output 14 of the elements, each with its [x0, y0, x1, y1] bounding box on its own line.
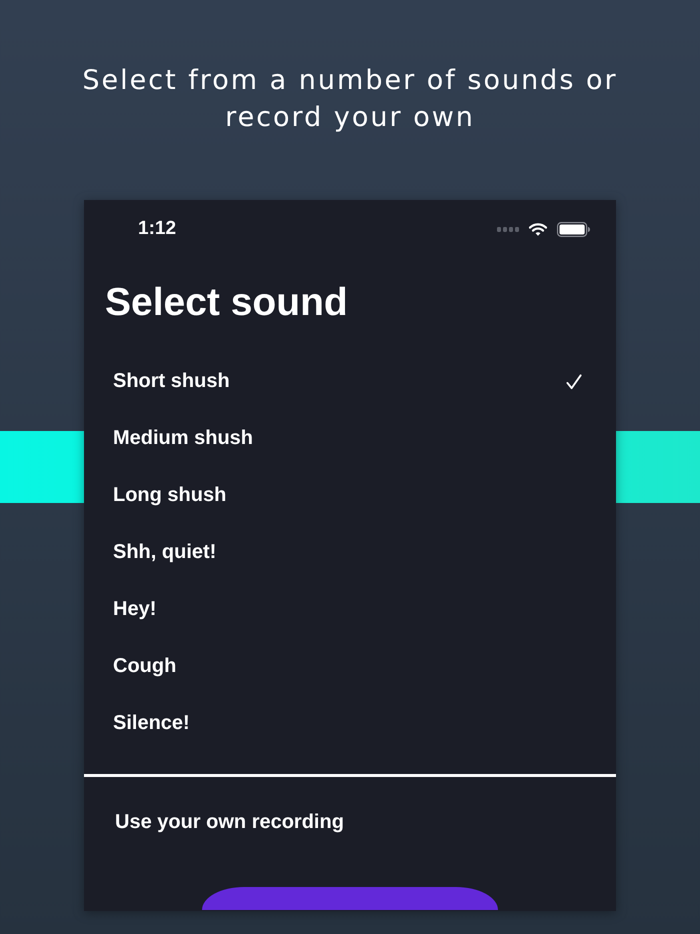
sound-option[interactable]: Cough	[84, 638, 616, 695]
own-recording-label: Use your own recording	[114, 810, 344, 834]
sound-option[interactable]: Medium shush	[84, 410, 616, 467]
battery-icon	[557, 222, 590, 236]
sound-option[interactable]: Short shush	[84, 353, 616, 410]
sound-option[interactable]: Hey!	[84, 581, 616, 638]
status-time: 1:12	[138, 218, 176, 240]
signal-icon	[497, 226, 519, 232]
headline: Select from a number of sounds or record your own	[81, 64, 619, 135]
screen-title: Select sound	[104, 281, 349, 325]
sound-option[interactable]: Silence!	[84, 695, 616, 752]
wifi-icon	[529, 222, 547, 236]
sound-option[interactable]: Shh, quiet!	[84, 524, 616, 581]
sound-option[interactable]: Long shush	[84, 467, 616, 524]
